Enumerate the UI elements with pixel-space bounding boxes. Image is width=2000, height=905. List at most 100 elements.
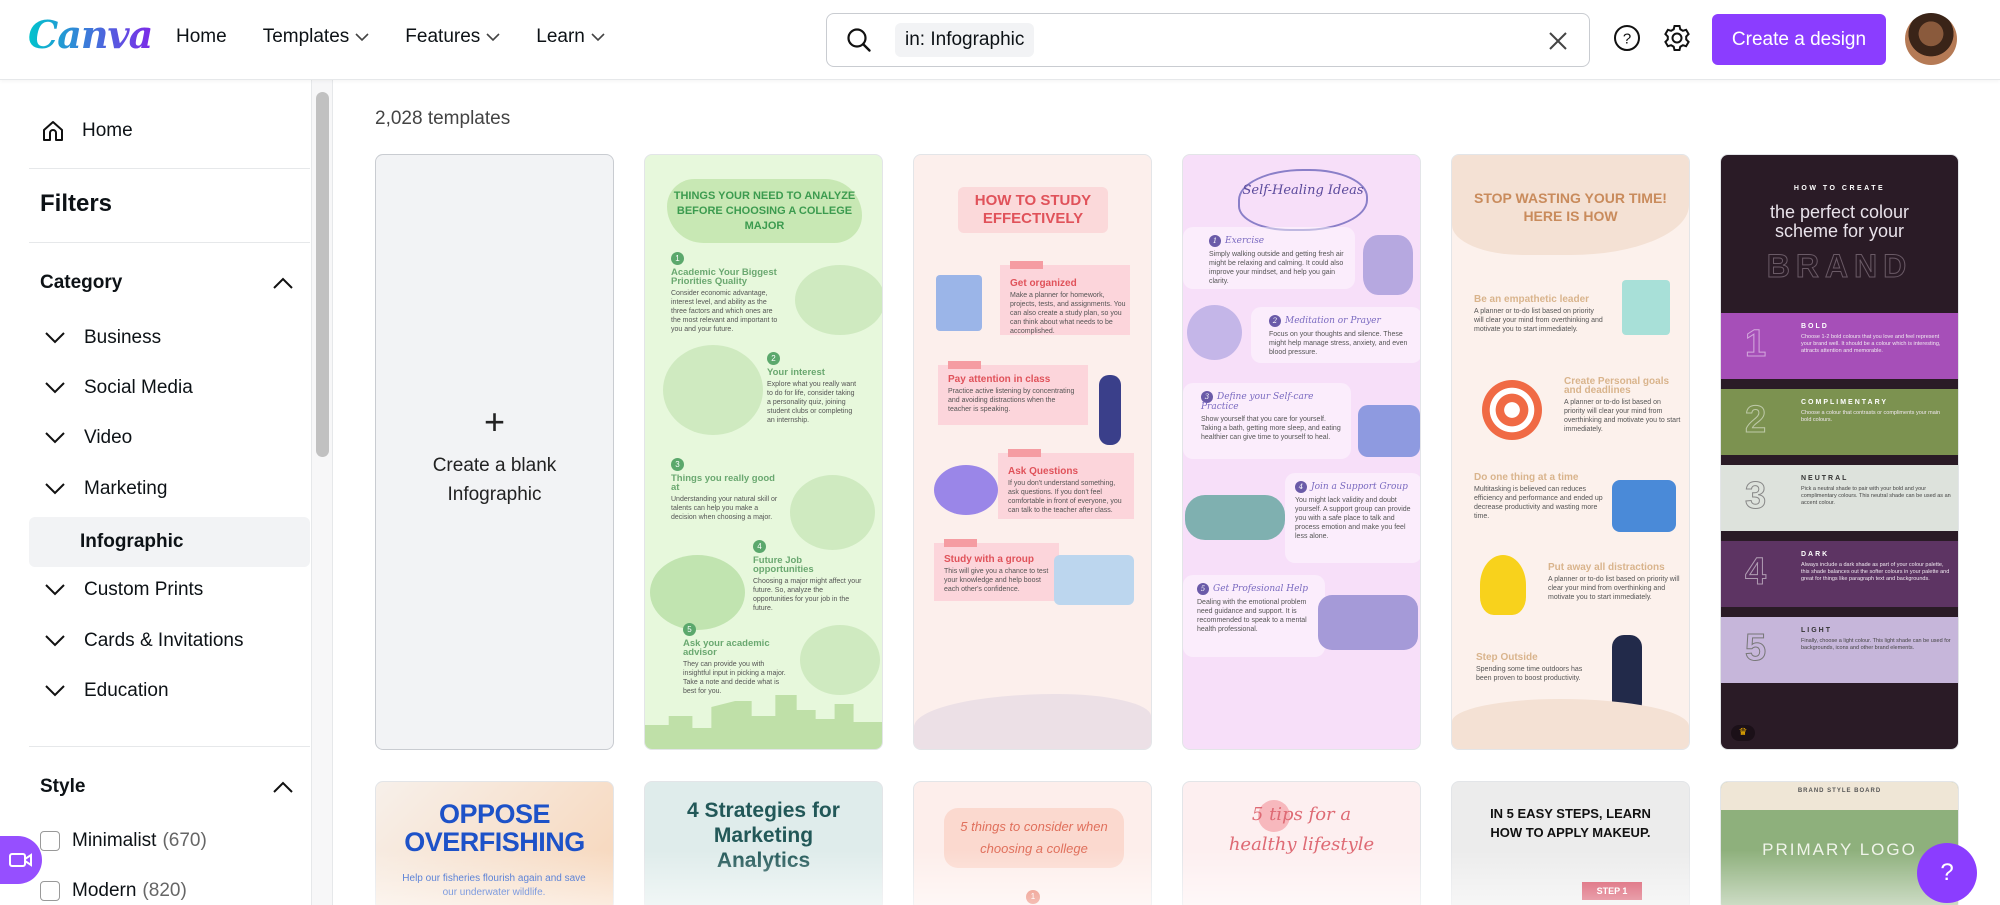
gear-icon[interactable] (1661, 22, 1693, 54)
chevron-down-icon (45, 483, 65, 495)
create-design-button[interactable]: Create a design (1712, 14, 1886, 65)
help-circle-icon[interactable]: ? (1611, 22, 1643, 54)
scroll-fade (334, 850, 2000, 905)
template-section: 5 Ask your academic advisor They can provi… (683, 623, 786, 695)
nav-home[interactable]: Home (176, 26, 227, 48)
nav-templates[interactable]: Templates (263, 26, 370, 48)
category-business[interactable]: Business (29, 313, 310, 363)
home-icon (43, 121, 63, 141)
illustration (790, 475, 875, 550)
paper-strip (1721, 782, 1958, 810)
template-section: Put away all distractions A planner or to… (1548, 562, 1680, 602)
template-section: Step Outside Spending some time outdoors … (1476, 652, 1583, 683)
checkbox[interactable] (40, 831, 60, 851)
chevron-down-icon (45, 635, 65, 647)
category-education[interactable]: Education (29, 666, 310, 716)
svg-text:?: ? (1623, 31, 1631, 48)
person-illustration (1358, 405, 1420, 457)
chevron-down-icon (45, 584, 65, 596)
chevron-up-icon[interactable] (272, 276, 294, 290)
templates-area: 2,028 templates + Create a blank Infogra… (334, 80, 2000, 905)
search-input[interactable]: in: Infographic (826, 13, 1590, 67)
divider (29, 746, 310, 747)
template-section: 3 Define your Self-care Practice Show your… (1201, 391, 1341, 441)
student-illustration (934, 465, 998, 515)
template-section: 2 Your interest Explore what you really wa… (767, 352, 857, 424)
template-title: IN 5 EASY STEPS, LEARN HOW TO APPLY MAKE… (1490, 806, 1651, 840)
plus-icon: + (483, 401, 506, 442)
template-card[interactable]: THINGS YOUR NEED TO ANALYZE BEFORE CHOOS… (644, 154, 883, 750)
template-card[interactable]: HOW TO STUDY EFFECTIVELY Get organized Ma… (913, 154, 1152, 750)
sidebar-scrollbar[interactable] (312, 80, 333, 905)
category-marketing[interactable]: Marketing (29, 464, 310, 514)
template-section: 2 Meditation or Prayer Focus on your thoug… (1269, 315, 1408, 356)
template-title: STOP WASTING YOUR TIME! HERE IS HOW (1474, 190, 1667, 224)
close-icon[interactable] (1547, 30, 1569, 52)
category-infographic[interactable]: Infographic (29, 517, 310, 567)
main-nav: Home Templates Features Learn (176, 26, 605, 48)
category-custom-prints[interactable]: Custom Prints (29, 565, 310, 615)
illustration (663, 345, 763, 435)
colour-band-dark: 4 DARK Always include a dark shade as part… (1721, 541, 1958, 607)
template-card[interactable]: STOP WASTING YOUR TIME! HERE IS HOW Be a… (1451, 154, 1690, 750)
template-section: Be an empathetic leader A planner or to-d… (1474, 294, 1603, 334)
teacher-illustration (1099, 375, 1121, 445)
search-icon[interactable] (845, 26, 873, 54)
user-avatar[interactable] (1905, 13, 1957, 65)
therapy-illustration (1318, 595, 1418, 650)
template-section: Study with a group This will give you a c… (944, 554, 1049, 594)
template-title: Self-Healing Ideas (1238, 169, 1368, 231)
person-illustration (1187, 305, 1242, 360)
chevron-down-icon (45, 332, 65, 344)
checkbox[interactable] (40, 881, 60, 901)
create-blank-card[interactable]: + Create a blank Infographic (375, 154, 614, 750)
checklist-illustration (1622, 280, 1670, 335)
template-card[interactable]: HOW TO CREATE the perfect colour scheme … (1720, 154, 1959, 750)
scrollbar-thumb[interactable] (316, 92, 329, 457)
template-section: Get organized Make a planner for homework… (1010, 278, 1126, 336)
style-option-modern[interactable]: Modern (820) (40, 880, 187, 902)
colour-band-bold: 1 BOLD Choose 1-2 bold colours that you lo… (1721, 313, 1958, 379)
category-social-media[interactable]: Social Media (29, 363, 310, 413)
nav-learn[interactable]: Learn (536, 26, 605, 48)
illustration (800, 625, 880, 695)
chevron-down-icon (45, 382, 65, 394)
tape (948, 361, 981, 369)
group-illustration (1054, 555, 1134, 605)
search-filter-chip[interactable]: in: Infographic (895, 23, 1035, 57)
skyline-illustration (645, 695, 882, 749)
template-section: 4 Future Job opportunities Choosing a majo… (753, 540, 862, 612)
divider (29, 242, 310, 243)
category-cards-invitations[interactable]: Cards & Invitations (29, 616, 310, 666)
lightbulb-illustration (1480, 555, 1526, 615)
top-bar: Canva Home Templates Features Learn in: … (0, 0, 2000, 80)
canva-logo[interactable]: Canva (28, 12, 153, 57)
template-section: Ask Questions If you don't understand som… (1008, 466, 1122, 515)
tape (944, 539, 977, 547)
style-option-minimalist[interactable]: Minimalist (670) (40, 830, 207, 852)
category-video[interactable]: Video (29, 413, 310, 463)
category-heading[interactable]: Category (40, 272, 122, 294)
help-button[interactable]: ? (1917, 843, 1977, 903)
filters-sidebar: Home Filters Category Business Social Me… (0, 80, 312, 905)
sidebar-home-link[interactable]: Home (40, 118, 133, 144)
template-title: THINGS YOUR NEED TO ANALYZE BEFORE CHOOS… (667, 179, 862, 243)
template-section: 5 Get Profesional Help Dealing with the em… (1197, 583, 1309, 633)
nav-features[interactable]: Features (405, 26, 500, 48)
template-title: the perfect colour scheme for your (1769, 202, 1910, 241)
illustration (795, 265, 882, 335)
chevron-down-icon (45, 685, 65, 697)
create-blank-label: Create a blank Infographic (432, 455, 557, 505)
crown-icon: ♛ (1731, 725, 1755, 741)
chevron-up-icon[interactable] (272, 780, 294, 794)
template-pretitle: HOW TO CREATE (1793, 185, 1886, 192)
tape (1008, 449, 1041, 457)
target-illustration (1482, 380, 1542, 440)
divider (29, 168, 310, 169)
style-heading[interactable]: Style (40, 776, 85, 798)
colour-band-light: 5 LIGHT Finally, choose a light colour. Th… (1721, 617, 1958, 683)
template-title: OPPOSE OVERFISHING (404, 799, 585, 857)
person-illustration (1363, 235, 1413, 295)
template-card[interactable]: Self-Healing Ideas 1 Exercise Simply walki… (1182, 154, 1421, 750)
template-pretitle: BRAND STYLE BOARD (1797, 788, 1882, 794)
